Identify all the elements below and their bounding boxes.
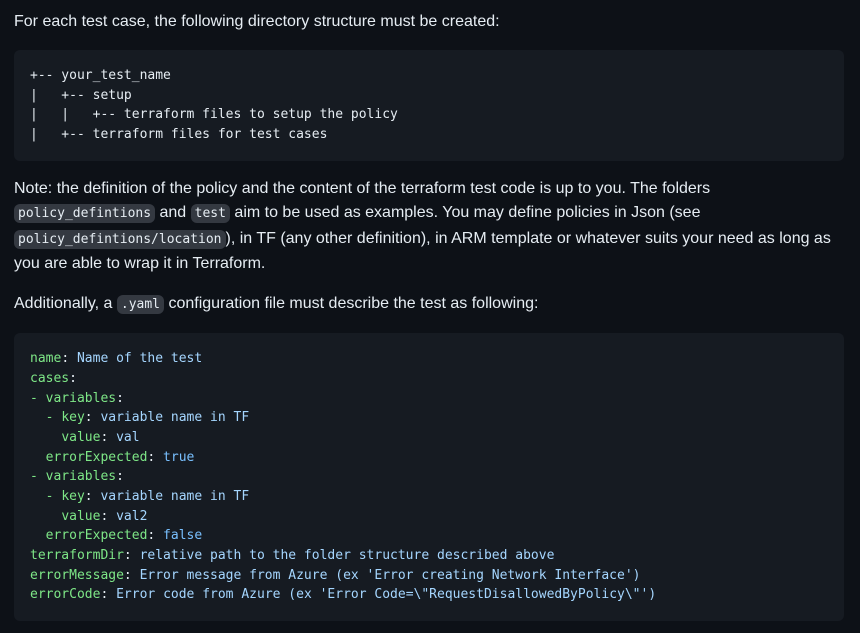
yaml-key: value [61, 508, 101, 524]
yaml-line: cases: [30, 370, 77, 386]
note-text: and [155, 204, 191, 222]
yaml-line: - variables: [30, 390, 124, 406]
yaml-line: - variables: [30, 469, 124, 485]
yaml-line: value: val [61, 429, 140, 445]
yaml-value: variable name in TF [92, 410, 250, 426]
yaml-line: - key: variable name in TF [45, 489, 250, 504]
yaml-key: errorExpected [45, 528, 148, 544]
tree-line: | | +-- terraform files to setup the pol… [30, 107, 398, 123]
note-text: Note: the definition of the policy and t… [14, 180, 711, 197]
yaml-value: val2 [108, 508, 148, 524]
yaml-value: false [155, 528, 203, 544]
yaml-key: name [30, 351, 62, 367]
yaml-key: terraformDir [30, 548, 124, 564]
yaml-value: variable name in TF [92, 489, 250, 504]
yaml-key: cases [30, 370, 70, 386]
yaml-value: Error code from Azure (ex 'Error Code=\"… [108, 587, 657, 603]
note-text: aim to be used as examples. You may defi… [229, 204, 701, 222]
yaml-key: errorMessage [30, 567, 124, 583]
inline-code-policy-location: policy_defintions/location [14, 229, 226, 249]
yaml-line: errorExpected: true [45, 449, 195, 465]
yaml-value: true [155, 449, 195, 465]
yaml-line: errorExpected: false [45, 528, 203, 544]
additionally-paragraph: Additionally, a .yaml configuration file… [14, 292, 844, 317]
yaml-line: errorCode: Error code from Azure (ex 'Er… [30, 587, 657, 603]
yaml-code-block: name: Name of the test cases: - variables:… [14, 333, 844, 622]
yaml-line: - key: variable name in TF [45, 410, 250, 426]
yaml-key: variables [45, 390, 117, 406]
yaml-line: terraformDir: relative path to the folde… [30, 548, 555, 564]
additionally-text: configuration file must describe the tes… [164, 295, 539, 313]
tree-line: +-- your_test_name [30, 68, 171, 83]
inline-code-yaml: .yaml [116, 295, 165, 315]
note-paragraph: Note: the definition of the policy and t… [14, 177, 844, 276]
yaml-line: errorMessage: Error message from Azure (… [30, 567, 641, 583]
additionally-text: Additionally, a [14, 295, 117, 313]
yaml-key: variables [45, 469, 117, 485]
yaml-line: value: val2 [61, 508, 148, 524]
yaml-key: errorExpected [45, 449, 148, 465]
directory-tree-code-block: +-- your_test_name | +-- setup | | +-- ter… [14, 50, 844, 161]
intro-paragraph: For each test case, the following direct… [14, 13, 500, 30]
inline-code-policy-definitions: policy_defintions [14, 204, 156, 224]
tree-line: | +-- setup [30, 87, 132, 103]
yaml-key: errorCode [30, 587, 101, 603]
yaml-key: key [61, 410, 85, 426]
yaml-key: value [61, 429, 101, 445]
yaml-line: name: Name of the test [30, 351, 203, 367]
yaml-value: relative path to the folder structure de… [131, 548, 555, 564]
yaml-value: Error message from Azure (ex 'Error crea… [131, 567, 641, 583]
yaml-value: Name of the test [69, 351, 203, 367]
yaml-key: key [61, 489, 85, 504]
inline-code-test: test [190, 204, 230, 224]
tree-line: | +-- terraform files for test cases [30, 127, 328, 143]
readme-document: For each test case, the following direct… [0, 0, 860, 633]
yaml-value: val [108, 429, 140, 445]
